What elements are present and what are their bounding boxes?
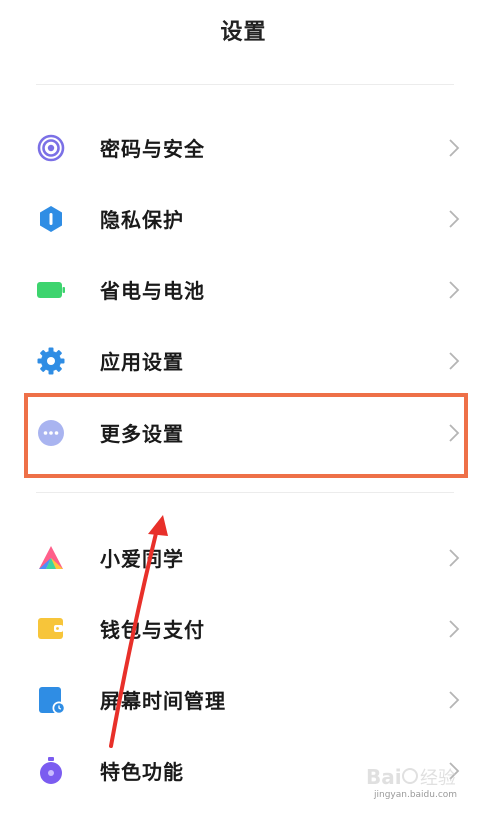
page-title: 设置 — [220, 20, 267, 45]
settings-item-label: 更多设置 — [100, 422, 184, 446]
wallet-icon — [36, 614, 66, 644]
settings-item-more-settings[interactable]: 更多设置 — [0, 405, 487, 459]
settings-item-privacy[interactable]: 隐私保护 — [0, 191, 487, 245]
gear-icon — [36, 346, 66, 376]
svg-text:经验: 经验 — [420, 768, 456, 789]
chevron-right-icon — [448, 619, 460, 639]
chevron-right-icon — [448, 280, 460, 300]
battery-icon — [36, 275, 66, 305]
screen-time-icon — [36, 685, 66, 715]
more-dots-icon — [36, 418, 66, 448]
settings-item-label: 隐私保护 — [100, 208, 184, 232]
settings-item-label: 密码与安全 — [100, 137, 205, 161]
privacy-shield-icon — [36, 204, 66, 234]
settings-item-label: 特色功能 — [100, 760, 184, 784]
svg-text:Bai: Bai — [366, 765, 402, 789]
chevron-right-icon — [448, 138, 460, 158]
chevron-right-icon — [448, 423, 460, 443]
chevron-right-icon — [448, 690, 460, 710]
xiaoai-icon — [36, 543, 66, 573]
settings-item-xiaoai[interactable]: 小爱同学 — [0, 530, 487, 584]
settings-item-label: 小爱同学 — [100, 547, 184, 571]
settings-item-screen-time[interactable]: 屏幕时间管理 — [0, 672, 487, 726]
settings-item-battery[interactable]: 省电与电池 — [0, 262, 487, 316]
group-divider — [36, 492, 454, 493]
watermark-url: jingyan.baidu.com — [374, 790, 458, 800]
chevron-right-icon — [448, 351, 460, 371]
chevron-right-icon — [448, 548, 460, 568]
settings-item-label: 应用设置 — [100, 350, 184, 374]
fingerprint-icon — [36, 133, 66, 163]
special-features-icon — [36, 756, 66, 786]
settings-item-label: 钱包与支付 — [100, 618, 205, 642]
settings-item-label: 省电与电池 — [100, 279, 205, 303]
header-divider — [36, 84, 454, 85]
settings-item-label: 屏幕时间管理 — [100, 689, 226, 713]
settings-item-password-security[interactable]: 密码与安全 — [0, 120, 487, 174]
chevron-right-icon — [448, 209, 460, 229]
settings-item-app-settings[interactable]: 应用设置 — [0, 333, 487, 387]
settings-item-wallet[interactable]: 钱包与支付 — [0, 601, 487, 655]
